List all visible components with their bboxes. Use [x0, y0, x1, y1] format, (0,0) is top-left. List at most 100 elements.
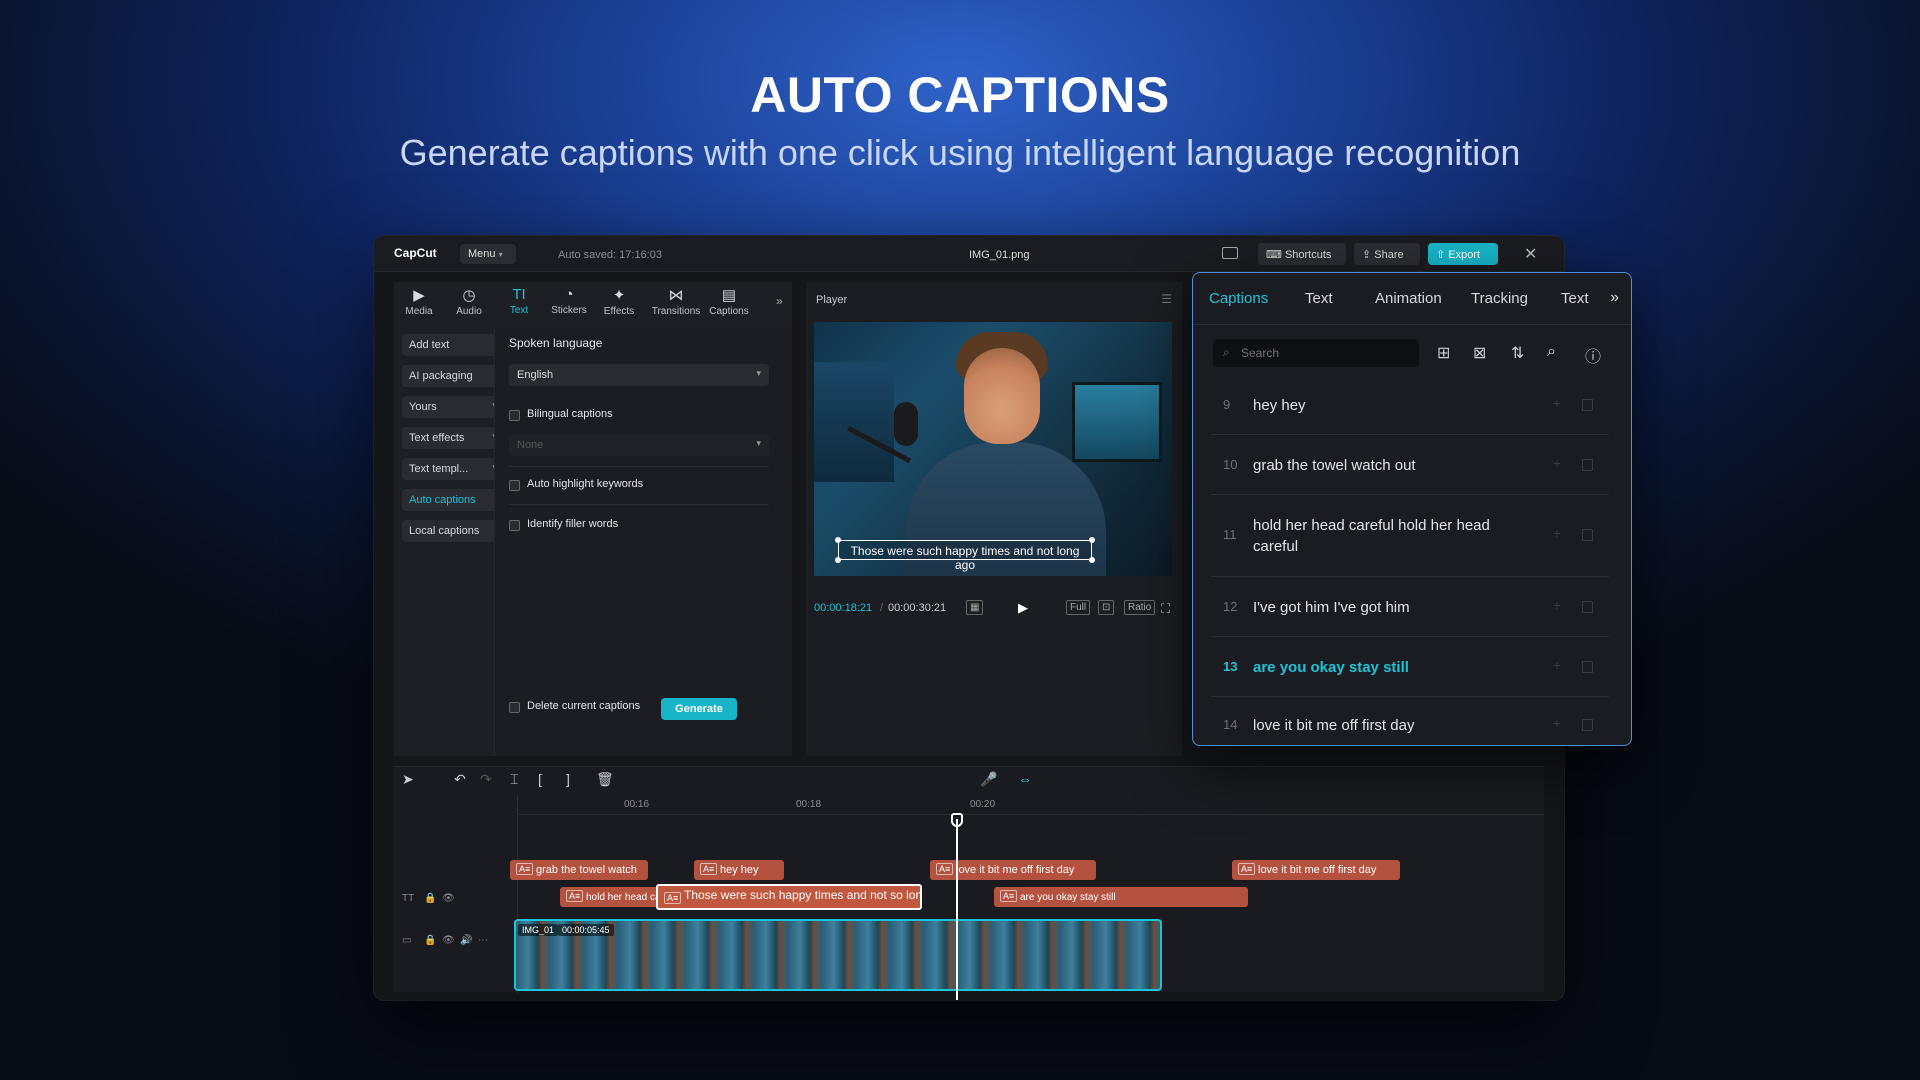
add-icon[interactable]: + [1553, 455, 1561, 471]
tool-captions[interactable]: ▤ Captions [706, 286, 752, 317]
eye-icon[interactable]: 👁 [442, 935, 455, 946]
resize-handle[interactable] [835, 557, 841, 563]
sidebar-item-yours[interactable]: Yours▾ [402, 396, 504, 418]
sidebar-item-auto-captions[interactable]: Auto captions [402, 489, 504, 511]
video-clip[interactable]: IMG_01 00:00:05:45 [514, 919, 1162, 991]
sidebar-item-text-templates[interactable]: Text templ...▾ [402, 458, 504, 480]
fullscreen-icon[interactable]: ⛶ [1158, 600, 1173, 618]
shortcuts-button[interactable]: ⌨ Shortcuts [1258, 243, 1346, 265]
find-replace-icon[interactable]: ⌕ [1547, 343, 1556, 361]
playhead[interactable] [956, 819, 958, 1000]
tab-text[interactable]: Text [1305, 290, 1333, 307]
menu-icon[interactable]: ☰ [1161, 292, 1172, 306]
caption-text[interactable]: hold her head careful hold her head care… [1253, 515, 1521, 557]
caption-clip[interactable]: A≡ love it bit me off first day [1232, 860, 1400, 880]
add-icon[interactable]: + [1553, 395, 1561, 411]
more-tools-icon[interactable]: » [776, 294, 783, 308]
tool-transitions[interactable]: ⋈ Transitions [648, 286, 704, 317]
link-icon[interactable]: ⇔ [1018, 771, 1032, 787]
caption-row[interactable]: 10 grab the towel watch out + [1211, 435, 1609, 495]
layout-icon[interactable] [1222, 247, 1238, 259]
add-icon[interactable]: + [1553, 597, 1561, 613]
tool-audio[interactable]: ◷ Audio [446, 286, 492, 317]
generate-button[interactable]: Generate [661, 698, 737, 720]
more-icon[interactable]: ⋯ [478, 935, 488, 946]
menu-button[interactable]: Menu ▾ [460, 244, 516, 264]
trash-icon[interactable] [1582, 459, 1593, 471]
trash-icon[interactable] [1582, 399, 1593, 411]
tab-captions[interactable]: Captions [1209, 290, 1268, 307]
tab-tracking[interactable]: Tracking [1471, 290, 1528, 307]
share-button[interactable]: ⇪ Share [1354, 243, 1420, 265]
bilingual-checkbox[interactable] [509, 410, 520, 421]
trash-icon[interactable] [1582, 529, 1593, 541]
subtitle-overlay[interactable]: Those were such happy times and not long… [838, 540, 1092, 572]
caption-clip[interactable]: A≡ hey hey [694, 860, 784, 880]
spoken-language-select[interactable]: English ▾ [509, 364, 769, 386]
caption-row[interactable]: 9 hey hey + [1211, 377, 1609, 435]
caption-row[interactable]: 14 love it bit me off first day + [1211, 697, 1609, 745]
export-button[interactable]: ⇧ Export [1428, 243, 1498, 265]
caption-text[interactable]: hey hey [1253, 395, 1521, 416]
sidebar-item-ai-packaging[interactable]: AI packaging [402, 365, 504, 387]
ratio-button[interactable]: Ratio [1124, 600, 1156, 615]
add-icon[interactable]: + [1553, 525, 1561, 541]
filler-words-checkbox[interactable] [509, 520, 520, 531]
tool-stickers[interactable]: ◔ Stickers [546, 286, 592, 316]
caption-text[interactable]: I've got him I've got him [1253, 597, 1521, 618]
caption-clip[interactable]: A≡ are you okay stay still [994, 887, 1248, 907]
timeline-ruler[interactable]: 00:16 00:18 00:20 [518, 795, 1544, 815]
add-icon[interactable]: + [1553, 657, 1561, 673]
more-tabs-icon[interactable]: » [1610, 289, 1619, 307]
play-icon[interactable]: ▶ [1018, 600, 1028, 616]
add-caption-icon[interactable]: ⊞ [1437, 343, 1450, 363]
trash-icon[interactable] [1582, 661, 1593, 673]
full-button[interactable]: Full [1066, 600, 1091, 615]
sidebar-item-add-text[interactable]: Add text [402, 334, 504, 356]
add-icon[interactable]: + [1553, 715, 1561, 731]
resize-handle[interactable] [1089, 557, 1095, 563]
eye-icon[interactable]: 👁 [442, 893, 455, 904]
delete-captions-checkbox[interactable] [509, 702, 520, 713]
delete-icon[interactable]: 🗑 [596, 771, 614, 788]
caption-text[interactable]: are you okay stay still [1253, 657, 1521, 678]
lock-icon[interactable]: 🔒 [424, 893, 436, 904]
volume-icon[interactable]: 🔊 [460, 935, 472, 946]
highlight-keywords-checkbox[interactable] [509, 480, 520, 491]
tool-text[interactable]: TI Text [496, 286, 542, 316]
close-icon[interactable]: ✕ [1524, 244, 1537, 264]
search-input[interactable]: ⌕ Search [1213, 339, 1419, 367]
select-cursor-icon[interactable]: ➤ [402, 771, 414, 788]
tool-media[interactable]: ▶ Media [396, 286, 442, 317]
crop-icon[interactable]: ⊡ [1098, 600, 1115, 615]
split-left-icon[interactable]: [ [538, 771, 542, 787]
split-right-icon[interactable]: ] [566, 771, 570, 787]
caption-text[interactable]: grab the towel watch out [1253, 455, 1521, 476]
tab-animation[interactable]: Animation [1375, 290, 1442, 307]
undo-icon[interactable]: ↶ [454, 771, 466, 788]
help-icon[interactable]: ⓘ [1585, 343, 1601, 367]
redo-icon[interactable]: ↷ [480, 771, 492, 788]
caption-text[interactable]: love it bit me off first day [1253, 715, 1521, 736]
caption-style-icon[interactable]: ⊠ [1473, 343, 1486, 363]
caption-clip[interactable]: A≡ grab the towel watch [510, 860, 648, 880]
caption-row-active[interactable]: 13 are you okay stay still + [1211, 637, 1609, 697]
tab-text-2[interactable]: Text [1561, 290, 1589, 307]
caption-row[interactable]: 11 hold her head careful hold her head c… [1211, 495, 1609, 577]
split-icon[interactable]: ⌶ [510, 771, 518, 788]
sort-icon[interactable]: ⇅ [1511, 343, 1524, 363]
sidebar-item-text-effects[interactable]: Text effects▾ [402, 427, 504, 449]
trash-icon[interactable] [1582, 719, 1593, 731]
caption-row[interactable]: 12 I've got him I've got him + [1211, 577, 1609, 637]
grid-icon[interactable]: ▦ [966, 600, 984, 615]
resize-handle[interactable] [1089, 537, 1095, 543]
microphone-icon[interactable]: 🎤 [980, 771, 997, 788]
lock-icon[interactable]: 🔒 [424, 935, 436, 946]
sidebar-item-local-captions[interactable]: Local captions [402, 520, 504, 542]
tool-effects[interactable]: ✦ Effects [596, 286, 642, 317]
trash-icon[interactable] [1582, 601, 1593, 613]
caption-clip-selected[interactable]: A≡ Those were such happy times and not so… [656, 884, 922, 910]
caption-clip[interactable]: A≡ love it bit me off first day [930, 860, 1096, 880]
resize-handle[interactable] [835, 537, 841, 543]
video-preview[interactable]: Those were such happy times and not long… [814, 322, 1172, 576]
